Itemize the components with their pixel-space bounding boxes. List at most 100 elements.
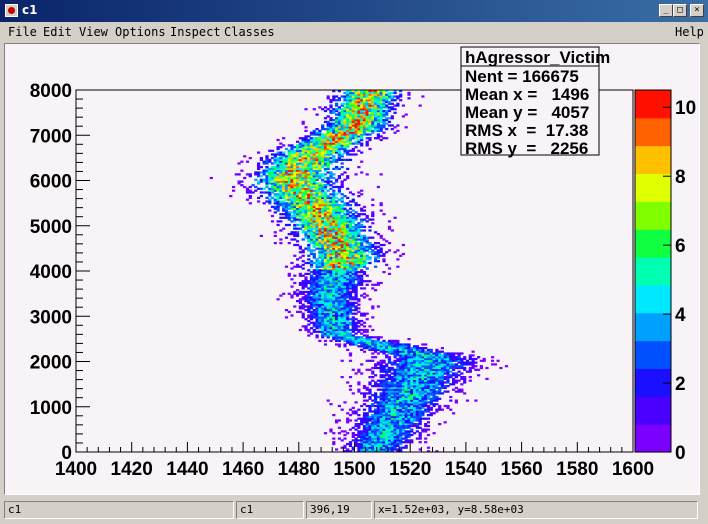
heatmap-cell bbox=[376, 383, 380, 386]
heatmap-cell bbox=[443, 404, 447, 408]
heatmap-cell bbox=[340, 316, 344, 319]
heatmap-cell bbox=[424, 354, 428, 357]
heatmap-cell bbox=[354, 318, 358, 321]
heatmap-cell bbox=[346, 167, 350, 171]
heatmap-cell bbox=[348, 428, 353, 431]
heatmap-cell bbox=[360, 189, 364, 192]
heatmap-cell bbox=[335, 448, 339, 451]
heatmap-cell bbox=[396, 124, 400, 127]
heatmap-cell bbox=[243, 185, 247, 189]
heatmap-cell bbox=[332, 108, 336, 111]
menu-help[interactable]: Help bbox=[675, 25, 704, 39]
heatmap-cell bbox=[351, 213, 355, 216]
heatmap-cell bbox=[298, 281, 302, 285]
heatmap-cell bbox=[312, 129, 316, 133]
heatmap-cell bbox=[279, 146, 283, 149]
heatmap-cell bbox=[270, 189, 275, 192]
heatmap-cell bbox=[360, 160, 364, 163]
heatmap-cell bbox=[290, 144, 294, 147]
heatmap-cell bbox=[387, 390, 392, 393]
heatmap-cell bbox=[329, 243, 333, 247]
menu-view[interactable]: View bbox=[79, 25, 108, 39]
heatmap-cell bbox=[385, 390, 389, 393]
heatmap-cell bbox=[318, 298, 322, 301]
heatmap-cell bbox=[321, 243, 325, 247]
heatmap-cell bbox=[357, 444, 361, 448]
heatmap-cell bbox=[248, 185, 252, 189]
heatmap-cell bbox=[390, 366, 394, 370]
x-tick-label: 1560 bbox=[500, 459, 542, 480]
heatmap-cell bbox=[396, 265, 400, 268]
menu-bar: File Edit View Options Inspect Classes H… bbox=[0, 22, 708, 42]
heatmap-cell bbox=[407, 338, 411, 341]
root-canvas[interactable]: 1400 1420 1440 1460 1480 1500 1520 1540 1560 1580… bbox=[4, 43, 700, 495]
heatmap-cell bbox=[351, 280, 355, 283]
heatmap-cell bbox=[312, 298, 316, 301]
heatmap-cell bbox=[346, 442, 350, 446]
heatmap-cell bbox=[270, 173, 275, 176]
heatmap-cell bbox=[365, 424, 369, 428]
heatmap-cell bbox=[348, 290, 353, 294]
app-icon bbox=[5, 4, 18, 17]
heatmap-cell bbox=[407, 439, 411, 442]
heatmap-cell bbox=[309, 263, 314, 267]
heatmap-cell bbox=[351, 312, 355, 315]
heatmap-cell bbox=[371, 424, 375, 428]
heatmap-cell bbox=[318, 189, 322, 192]
heatmap-cell bbox=[407, 390, 411, 393]
histogram-plot[interactable]: 1400 1420 1440 1460 1480 1500 1520 1540 1560 1580… bbox=[5, 44, 699, 494]
heatmap-cell bbox=[443, 421, 447, 424]
heatmap-cell bbox=[351, 296, 355, 299]
heatmap-cell bbox=[298, 209, 302, 212]
heatmap-cell bbox=[298, 256, 302, 259]
heatmap-cell bbox=[426, 417, 431, 420]
menu-classes[interactable]: Classes bbox=[224, 25, 275, 39]
heatmap-cell bbox=[371, 414, 375, 417]
heatmap-cell bbox=[368, 218, 372, 221]
heatmap-cell bbox=[337, 198, 341, 201]
heatmap-cell bbox=[284, 202, 289, 205]
heatmap-cell bbox=[335, 343, 339, 346]
heatmap-cell bbox=[315, 173, 319, 176]
heatmap-cell bbox=[315, 316, 319, 319]
heatmap-cell bbox=[390, 124, 394, 127]
heatmap-cell bbox=[304, 135, 308, 138]
heatmap-cell bbox=[426, 354, 431, 357]
heatmap-cell bbox=[371, 328, 375, 332]
heatmap-cell bbox=[360, 229, 364, 232]
menu-file[interactable]: File bbox=[8, 25, 37, 39]
heatmap-cell bbox=[237, 173, 241, 176]
heatmap-cell bbox=[357, 417, 361, 420]
heatmap-cell bbox=[343, 171, 347, 174]
heatmap-cell bbox=[357, 238, 361, 241]
maximize-button[interactable]: □ bbox=[673, 4, 687, 17]
heatmap-cell bbox=[368, 336, 372, 339]
heatmap-cell bbox=[379, 119, 383, 122]
heatmap-cell bbox=[337, 426, 341, 429]
menu-options[interactable]: Options bbox=[115, 25, 166, 39]
menu-edit[interactable]: Edit bbox=[43, 25, 72, 39]
heatmap-cell bbox=[307, 135, 311, 138]
menu-inspect[interactable]: Inspect bbox=[170, 25, 221, 39]
heatmap-cell bbox=[368, 395, 372, 399]
heatmap-cell bbox=[351, 439, 355, 442]
title-bar[interactable]: c1 _ □ × bbox=[0, 0, 708, 22]
close-button[interactable]: × bbox=[690, 4, 704, 17]
heatmap-cell bbox=[321, 135, 325, 138]
heatmap-cell bbox=[360, 225, 364, 229]
heatmap-cell bbox=[321, 263, 325, 267]
heatmap-cell bbox=[393, 370, 397, 373]
heatmap-cell bbox=[340, 439, 344, 442]
minimize-button[interactable]: _ bbox=[659, 4, 673, 17]
heatmap-cell bbox=[248, 195, 252, 198]
heatmap-cell bbox=[304, 318, 308, 321]
heatmap-cell bbox=[282, 144, 286, 147]
heatmap-cell bbox=[387, 370, 392, 373]
x-tick-label: 1600 bbox=[612, 459, 654, 480]
heatmap-cell bbox=[371, 243, 375, 247]
heatmap-cell bbox=[368, 298, 372, 301]
heatmap-cell bbox=[354, 135, 358, 138]
heatmap-cell bbox=[424, 417, 428, 420]
heatmap-cell bbox=[340, 243, 344, 247]
heatmap-cell bbox=[390, 106, 394, 109]
